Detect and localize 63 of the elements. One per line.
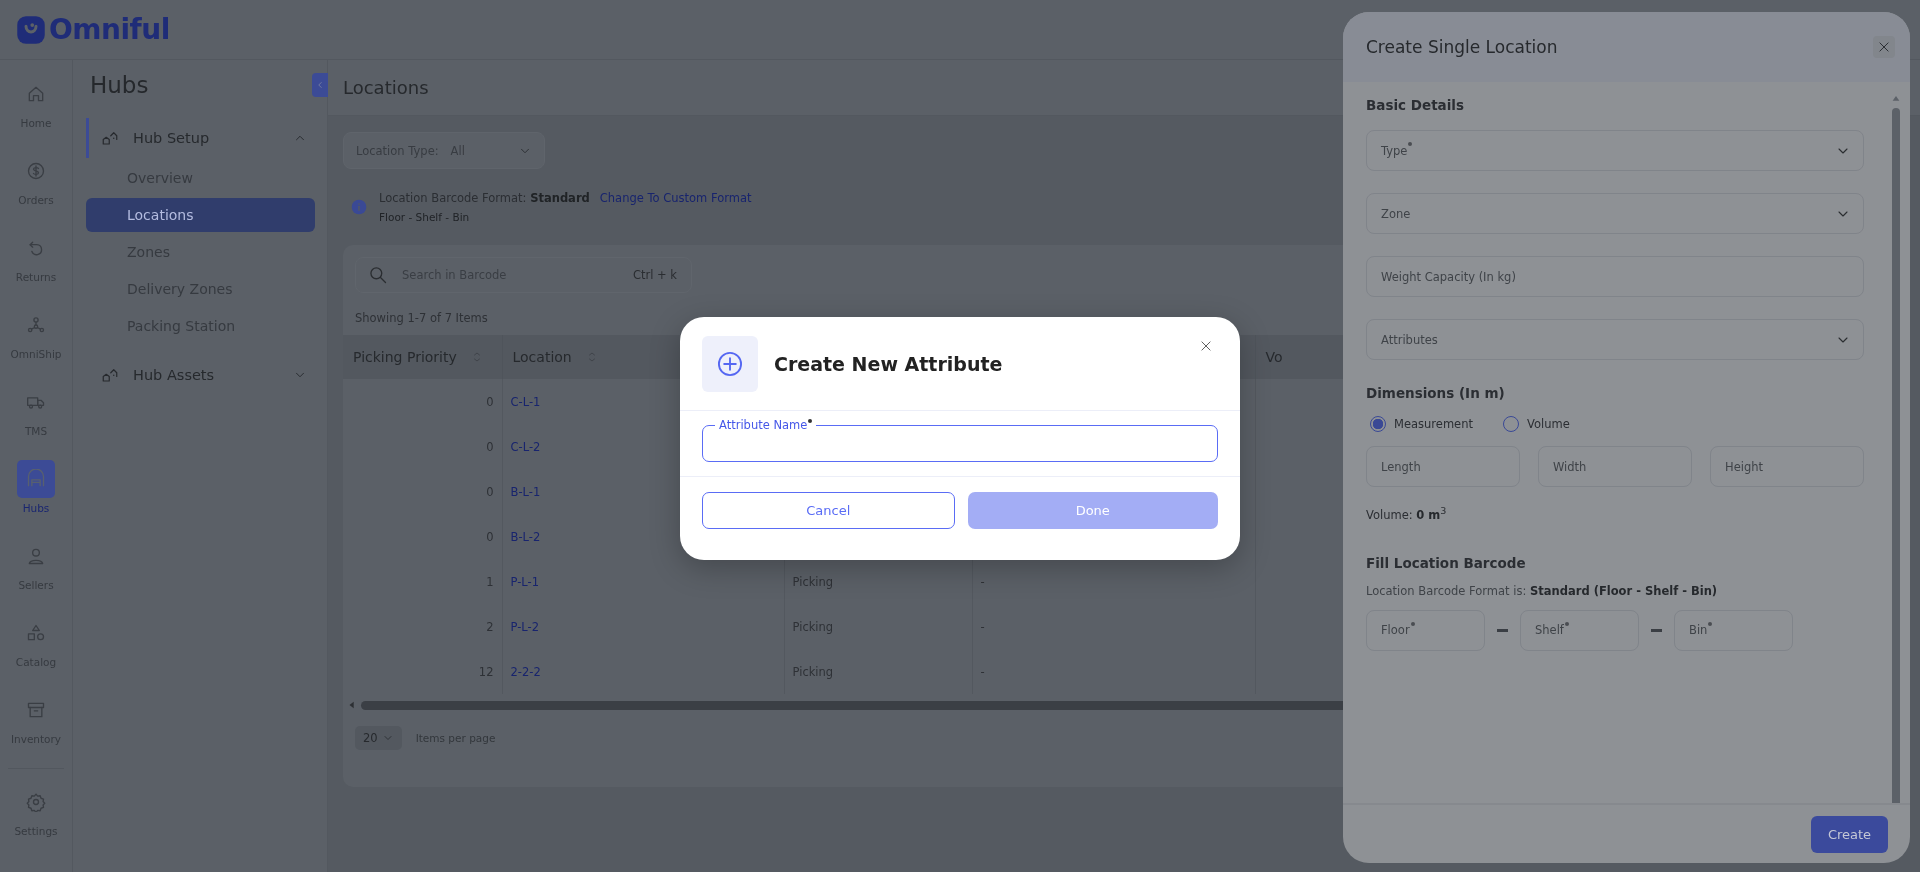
dialog-title: Create New Attribute [774,352,1004,375]
dollar-icon [26,161,46,181]
section-heading: Fill Location Barcode [1366,553,1527,573]
select-field[interactable]: Attributes [1366,319,1864,360]
info-icon [351,199,367,215]
scroll-left-icon [347,699,357,711]
input-field[interactable]: Bin [1674,609,1793,651]
radio-option[interactable]: Measurement [1370,416,1473,432]
dash-separator [1651,628,1662,632]
nav-group[interactable]: Hub Setup [86,118,315,158]
location-link[interactable]: C-L-2 [510,439,541,454]
user-icon [26,546,46,566]
select-field[interactable]: Zone [1366,193,1864,234]
input-field[interactable]: Height [1710,446,1864,487]
warehouse-icon [26,469,46,489]
scroll-up-icon [1890,94,1902,102]
attribute-name-field[interactable]: Attribute Name [702,419,1218,462]
location-link[interactable]: B-L-1 [510,484,541,499]
drawer-title: Create Single Location [1366,37,1559,57]
nav-item[interactable]: Locations [86,198,315,232]
volume-text: Volume: 0 m$^{3}$ [1366,505,1448,522]
table-cell: - [980,664,985,679]
barcode-format-detail: Floor - Shelf - Bin [379,211,471,223]
location-link[interactable]: 2-2-2 [510,664,541,679]
shapes-icon [26,623,46,643]
barcode-format-note: Location Barcode Format is: Standard (Floor - Shelf - Bin) [1366,583,1719,598]
table-cell: - [980,574,985,589]
cancel-button[interactable]: Cancel [702,492,955,529]
location-link[interactable]: C-L-1 [510,394,541,409]
input-field[interactable]: Weight Capacity (In kg) [1366,256,1864,297]
home-icon [26,84,46,104]
input-field[interactable]: Shelf [1520,609,1639,651]
brand-name: Omniful [49,13,170,46]
input-field[interactable]: Width [1538,446,1692,487]
input-field[interactable]: Floor [1366,609,1485,651]
section-heading: Basic Details [1366,96,1465,115]
page-title: Locations [343,77,429,98]
logo-icon [16,14,46,45]
input-field[interactable]: Length [1366,446,1520,487]
radio-option[interactable]: Volume [1502,416,1570,432]
close-icon[interactable] [1199,339,1213,353]
close-icon [1877,40,1891,54]
plus-circle-icon [716,349,744,378]
dash-separator [1497,628,1508,632]
section-heading: Dimensions (In m) [1366,384,1506,403]
archive-icon [26,700,46,720]
table-cell: - [980,619,985,634]
location-link[interactable]: P-L-2 [510,619,539,634]
radio-icon[interactable] [1370,416,1386,432]
vertical-scrollbar[interactable] [1892,108,1900,803]
settings-icon [26,792,46,812]
search-icon [368,265,388,285]
create-button[interactable]: Create [1811,815,1888,853]
nav-group[interactable]: Hub Assets [86,355,315,395]
sidebar-title: Hubs [89,72,150,100]
chevron-left-icon [315,80,325,90]
location-link[interactable]: B-L-2 [510,529,541,544]
rail-item[interactable]: Hubs [1,460,71,537]
network-icon [26,315,46,335]
change-format-link[interactable]: Change To Custom Format [599,191,752,205]
location-link[interactable]: P-L-1 [510,574,539,589]
close-button[interactable] [1873,36,1895,58]
select-field[interactable]: Type [1366,130,1864,171]
